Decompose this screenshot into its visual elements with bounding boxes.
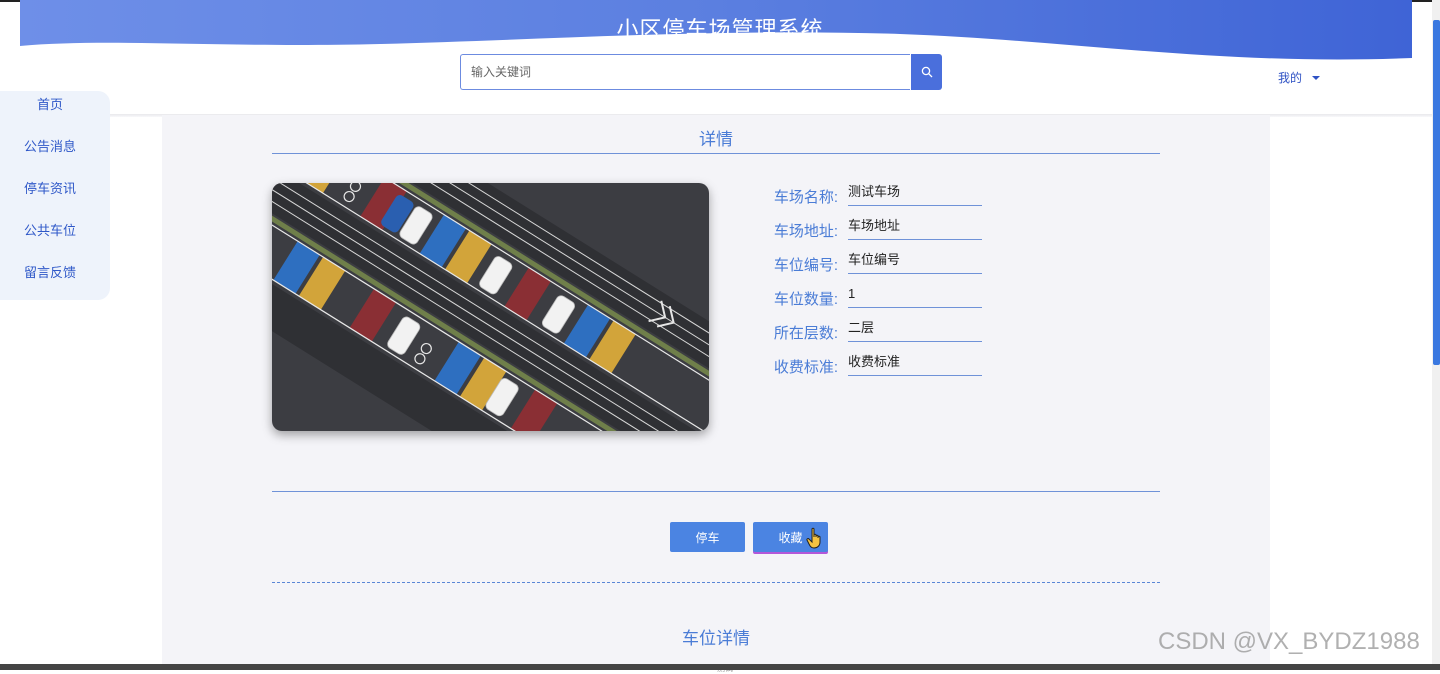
sidebar-item-feedback[interactable]: 留言反馈 xyxy=(0,262,100,281)
parking-lot-photo xyxy=(272,183,709,431)
field-value: 1 xyxy=(848,283,982,308)
detail-divider xyxy=(272,491,1160,492)
detail-section-title: 详情 xyxy=(699,130,733,149)
section-dashed-divider xyxy=(272,582,1160,583)
field-label: 车场名称: xyxy=(773,189,838,206)
sidebar-item-home[interactable]: 首页 xyxy=(0,94,100,113)
field-value: 收费标准 xyxy=(848,351,982,376)
field-value: 测试车场 xyxy=(848,181,982,206)
scrollbar-thumb[interactable] xyxy=(1433,20,1440,365)
hand-cursor-icon xyxy=(806,527,821,549)
field-label: 车位编号: xyxy=(773,257,838,274)
sidebar-nav: 首页 公告消息 停车资讯 公共车位 留言反馈 xyxy=(0,91,110,300)
field-label: 车位数量: xyxy=(773,291,838,308)
main-content: 详情 车场名称: 测试车场 车场地址: 车场地址 车位编号: 车位编号 车位数量… xyxy=(162,115,1270,673)
sidebar-item-public-spaces[interactable]: 公共车位 xyxy=(0,220,100,239)
field-row: 车位数量: 1 xyxy=(772,283,1152,313)
field-label: 收费标准: xyxy=(773,359,838,376)
window-bottom-border xyxy=(0,664,1440,670)
watermark-text: CSDN @VX_BYDZ1988 xyxy=(1158,628,1420,655)
field-row: 车场地址: 车场地址 xyxy=(772,215,1152,245)
user-menu-label: 我的 xyxy=(1278,71,1303,85)
field-value: 二层 xyxy=(848,317,982,342)
field-row: 车位编号: 车位编号 xyxy=(772,249,1152,279)
search-bar xyxy=(460,54,942,90)
park-button[interactable]: 停车 xyxy=(670,522,745,552)
title-divider xyxy=(272,153,1160,154)
sidebar-item-announcements[interactable]: 公告消息 xyxy=(0,136,100,155)
field-label: 所在层数: xyxy=(773,325,838,342)
field-row: 车场名称: 测试车场 xyxy=(772,181,1152,211)
user-menu[interactable]: 我的 xyxy=(1278,69,1321,86)
search-icon xyxy=(921,66,932,78)
sidebar-item-parking-news[interactable]: 停车资讯 xyxy=(0,178,100,197)
field-row: 所在层数: 二层 xyxy=(772,317,1152,347)
field-value: 车场地址 xyxy=(848,215,982,240)
field-row: 收费标准: 收费标准 xyxy=(772,351,1152,381)
site-title: 小区停车场管理系统 xyxy=(616,17,824,42)
spot-detail-title: 车位详情 xyxy=(682,629,750,648)
chevron-down-icon xyxy=(1312,75,1321,80)
search-input[interactable] xyxy=(460,54,910,90)
field-label: 车场地址: xyxy=(773,223,838,240)
field-value: 车位编号 xyxy=(848,249,982,274)
search-button[interactable] xyxy=(911,54,942,90)
